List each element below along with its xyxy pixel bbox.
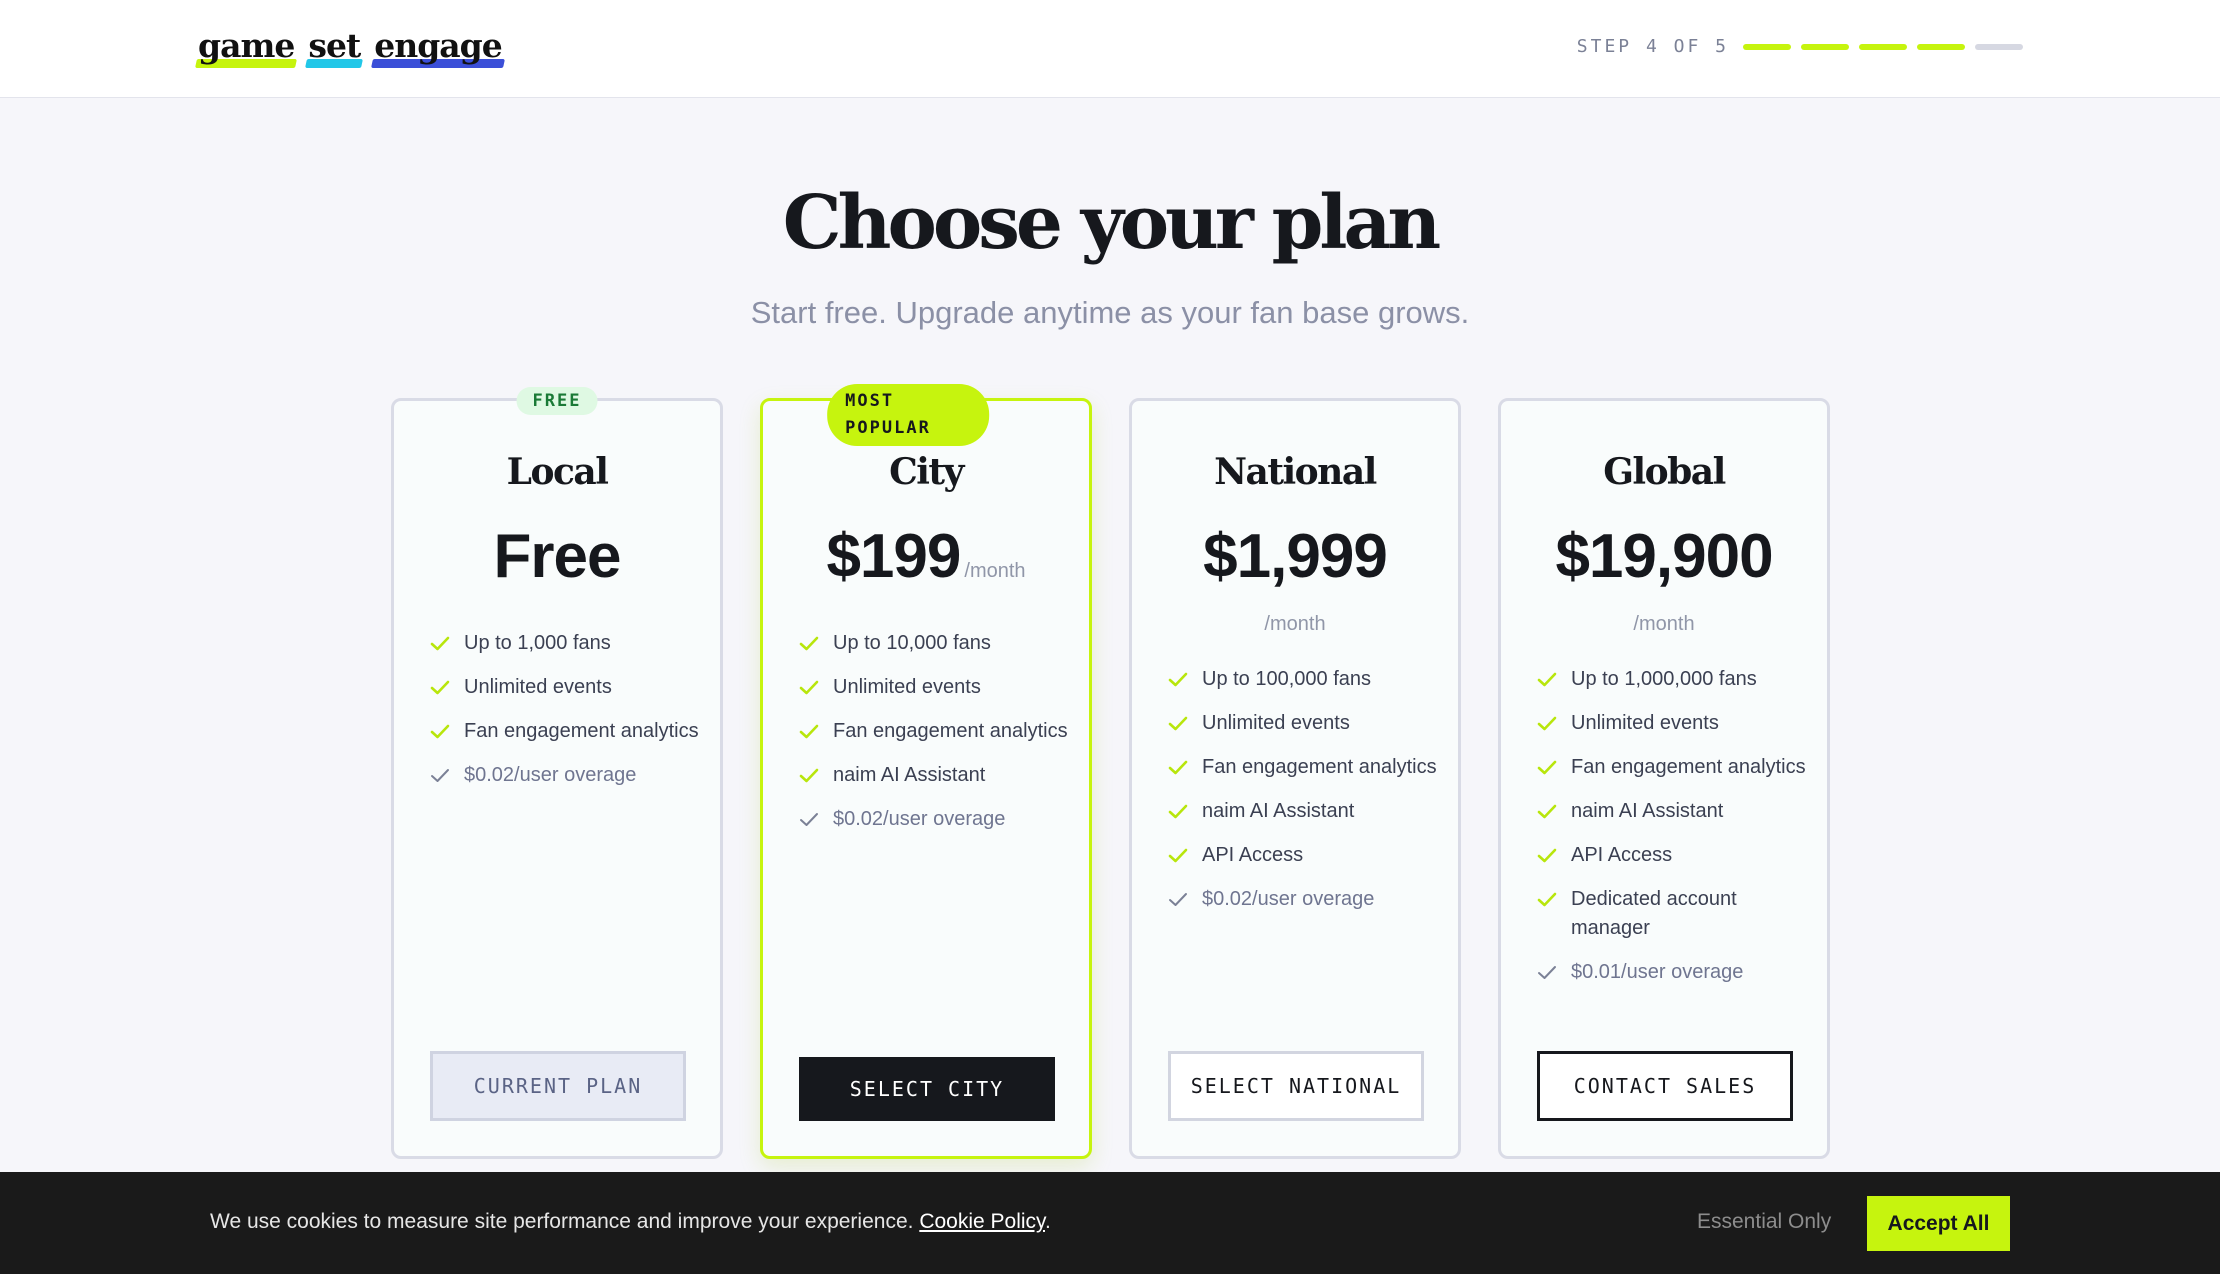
plan-card-national: National $1,999 /month Up to 100,000 fan…: [1129, 398, 1461, 1159]
check-icon: [1537, 672, 1557, 687]
select-national-button[interactable]: SELECT NATIONAL: [1168, 1051, 1424, 1121]
feature-item: Up to 10,000 fans: [799, 629, 1069, 658]
check-icon: [799, 680, 819, 695]
feature-item: Up to 1,000 fans: [430, 629, 700, 658]
contact-sales-button[interactable]: CONTACT SALES: [1537, 1051, 1793, 1121]
plan-price: Free: [493, 522, 622, 591]
essential-only-button[interactable]: Essential Only: [1697, 1210, 1831, 1234]
feature-item: Fan engagement analytics: [1537, 753, 1807, 782]
check-icon: [1537, 848, 1557, 863]
plan-name: City: [889, 451, 964, 493]
feature-list: Up to 1,000 fans Unlimited events Fan en…: [430, 629, 700, 805]
feature-item: Up to 1,000,000 fans: [1537, 665, 1807, 694]
feature-item: Fan engagement analytics: [1168, 753, 1438, 782]
price-row: $199/month: [763, 521, 1089, 592]
check-icon: [1537, 804, 1557, 819]
check-icon: [1169, 893, 1187, 906]
feature-item: naim AI Assistant: [1168, 797, 1438, 826]
check-icon: [800, 813, 818, 826]
step-segment: [1801, 43, 1849, 50]
price-row: Free: [394, 521, 720, 592]
check-icon: [1537, 716, 1557, 731]
plan-card-global: Global $19,900 /month Up to 1,000,000 fa…: [1498, 398, 1830, 1159]
check-icon: [430, 724, 450, 739]
feature-item: Unlimited events: [799, 673, 1069, 702]
plan-badge-most-popular: MOST POPULAR: [827, 384, 990, 446]
price-period: /month: [1264, 613, 1326, 635]
feature-item: API Access: [1537, 841, 1807, 870]
overage-item: $0.02/user overage: [430, 761, 700, 790]
check-icon: [1168, 716, 1188, 731]
overage-item: $0.02/user overage: [1168, 885, 1438, 914]
logo-word-engage: engage: [371, 26, 505, 68]
check-icon: [1537, 760, 1557, 775]
feature-item: Fan engagement analytics: [799, 717, 1069, 746]
cookie-banner: We use cookies to measure site performan…: [0, 1172, 2220, 1274]
feature-item: naim AI Assistant: [799, 761, 1069, 790]
step-segment: [1859, 43, 1907, 50]
feature-item: API Access: [1168, 841, 1438, 870]
step-label: STEP 4 OF 5: [1576, 36, 1729, 57]
feature-item: Fan engagement analytics: [430, 717, 700, 746]
top-header: game set engage STEP 4 OF 5: [0, 0, 2220, 98]
plan-card-local: FREE Local Free Up to 1,000 fans Unlimit…: [391, 387, 723, 1159]
page-subtitle: Start free. Upgrade anytime as your fan …: [750, 295, 1470, 330]
plan-name: National: [1214, 451, 1377, 493]
step-segment: [1743, 43, 1791, 50]
step-segment: [1975, 43, 2023, 50]
select-city-button[interactable]: SELECT CITY: [799, 1057, 1055, 1121]
check-icon: [1168, 760, 1188, 775]
feature-list: Up to 10,000 fans Unlimited events Fan e…: [799, 629, 1069, 849]
cookie-policy-link[interactable]: Cookie Policy: [919, 1210, 1045, 1233]
overage-item: $0.01/user overage: [1537, 958, 1807, 987]
feature-list: Up to 1,000,000 fans Unlimited events Fa…: [1537, 665, 1807, 1002]
check-icon: [1168, 804, 1188, 819]
check-icon: [430, 680, 450, 695]
feature-item: Dedicated account manager: [1537, 885, 1807, 943]
feature-item: Up to 100,000 fans: [1168, 665, 1438, 694]
check-icon: [1537, 892, 1557, 907]
plan-name: Local: [506, 451, 609, 493]
current-plan-button[interactable]: CURRENT PLAN: [430, 1051, 686, 1121]
plan-card-city: MOST POPULAR City $199/month Up to 10,00…: [760, 384, 1092, 1159]
plan-price: $199: [826, 522, 961, 591]
feature-item: Unlimited events: [430, 673, 700, 702]
price-row: $1,999: [1132, 521, 1458, 592]
check-icon: [1168, 672, 1188, 687]
feature-item: Unlimited events: [1168, 709, 1438, 738]
plan-badge-free: FREE: [516, 387, 598, 415]
step-progress: STEP 4 OF 5: [1577, 36, 2023, 57]
plan-price: $1,999: [1203, 522, 1388, 591]
logo[interactable]: game set engage: [195, 26, 505, 74]
check-icon: [431, 769, 449, 782]
page-title: Choose your plan: [782, 180, 1441, 266]
cookie-message: We use cookies to measure site performan…: [210, 1210, 1051, 1233]
step-segment: [1917, 43, 1965, 50]
check-icon: [1168, 848, 1188, 863]
check-icon: [799, 724, 819, 739]
check-icon: [799, 768, 819, 783]
feature-item: Unlimited events: [1537, 709, 1807, 738]
feature-list: Up to 100,000 fans Unlimited events Fan …: [1168, 665, 1438, 929]
check-icon: [1538, 966, 1556, 979]
logo-word-game: game: [195, 26, 298, 68]
price-row: $19,900: [1501, 521, 1827, 592]
check-icon: [799, 636, 819, 651]
logo-word-set: set: [305, 26, 364, 68]
check-icon: [430, 636, 450, 651]
plan-name: Global: [1603, 451, 1726, 493]
price-period: /month: [1633, 613, 1695, 635]
plan-price: $19,900: [1555, 522, 1773, 591]
accept-all-button[interactable]: Accept All: [1867, 1196, 2010, 1251]
price-period: /month: [964, 560, 1026, 582]
feature-item: naim AI Assistant: [1537, 797, 1807, 826]
overage-item: $0.02/user overage: [799, 805, 1069, 834]
